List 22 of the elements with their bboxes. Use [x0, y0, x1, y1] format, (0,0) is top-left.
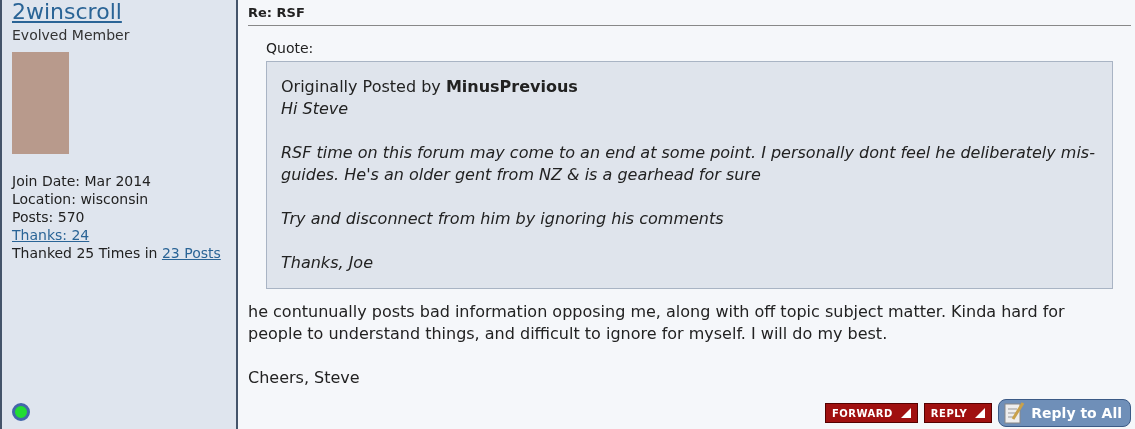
reply-to-all-button[interactable]: Reply to All [998, 399, 1131, 427]
post-action-button[interactable]: REPLY [923, 403, 993, 423]
quote-text: Hi Steve [281, 98, 350, 120]
corner-triangle-icon [900, 408, 911, 418]
post-paragraph: Cheers, Steve [248, 367, 361, 389]
post-count: Posts: 570 [12, 208, 86, 226]
corner-triangle-icon [975, 408, 986, 418]
thanks-link[interactable]: Thanks: 24 [12, 226, 90, 244]
post-paragraph: he contunually posts bad information opposing me, along with off topic subject matter. Kinda hard for people to understand things, and difficult to ignore for myself. I will do my best. [248, 301, 1066, 345]
quote-text: RSF time on this forum may come to an end at some point. I personally dont feel he deliberately mis-guides. He's an older gent from NZ & is a gearhead for sure [281, 142, 1096, 186]
thanked-posts-link[interactable]: 23 Posts [161, 245, 221, 261]
user-rank: Evolved Member [12, 26, 131, 44]
post-title: Re: RSF [248, 5, 305, 20]
join-date: Join Date: Mar 2014 [12, 172, 153, 190]
quote-text: Try and disconnect from him by ignoring his comments [281, 208, 725, 230]
quote-text: Thanks, Joe [281, 252, 374, 274]
location: Location: wisconsin [12, 190, 150, 208]
quote-author: Originally Posted by MinusPrevious [281, 76, 579, 98]
username-link[interactable]: 2winscroll [12, 0, 228, 24]
post-action-button[interactable]: FORWARD [825, 403, 918, 423]
quote-label: Quote: [266, 39, 315, 58]
thanked-text: Thanked 25 Times in 23 Posts [12, 244, 222, 262]
